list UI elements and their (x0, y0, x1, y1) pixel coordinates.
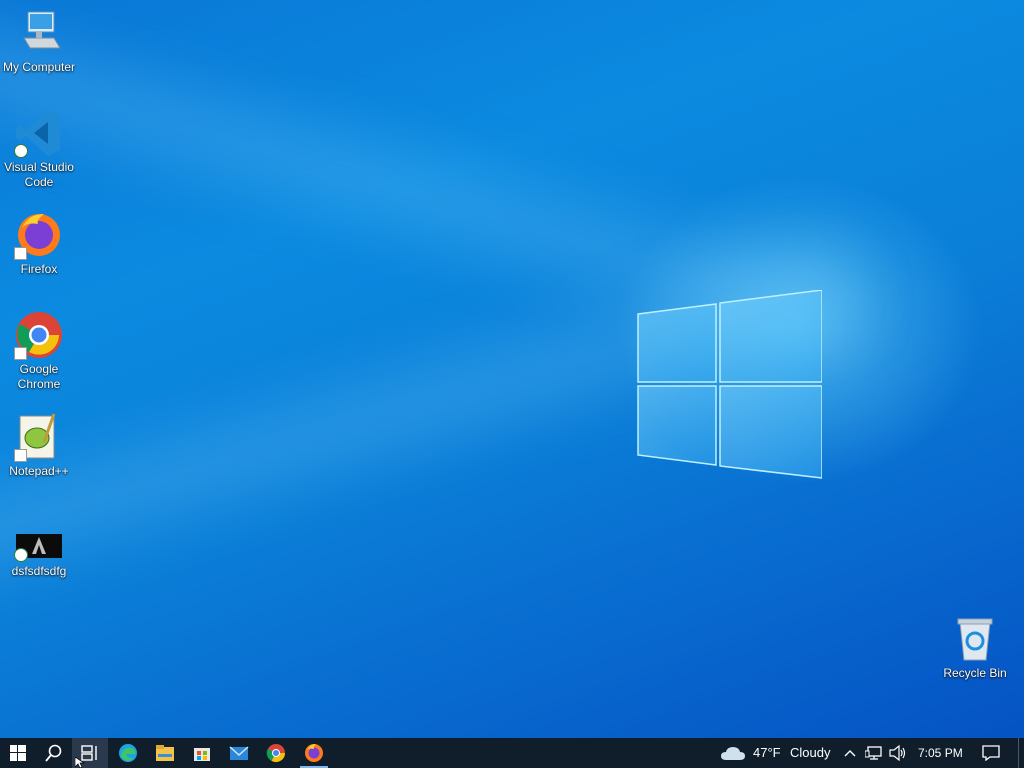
desktop-icon-label: Firefox (20, 262, 58, 276)
taskbar: 47°F Cloudy 7:05 PM (0, 738, 1024, 768)
desktop-icon-vscode[interactable]: Visual Studio Code (0, 108, 78, 190)
clock[interactable]: 7:05 PM (918, 738, 963, 768)
search-icon (45, 744, 62, 762)
recycle-bin-icon (950, 614, 1000, 664)
start-button[interactable] (0, 738, 36, 768)
mail-icon (229, 746, 249, 760)
desktop-icon-label: Visual Studio Code (4, 160, 74, 189)
desktop[interactable]: My Computer Visual Studio Code Firefox G… (0, 0, 1024, 738)
desktop-icon-dsfsdfsdfg[interactable]: dsfsdfsdfg (0, 530, 78, 579)
chrome-icon (266, 744, 285, 763)
file-explorer-icon (156, 745, 174, 761)
taskbar-firefox[interactable] (296, 738, 332, 768)
notepadpp-icon (14, 412, 64, 462)
desktop-icon-notepadpp[interactable]: Notepad++ (0, 412, 78, 479)
cloud-icon (721, 747, 745, 760)
desktop-icon-label: My Computer (2, 60, 76, 74)
chrome-icon (14, 310, 64, 360)
desktop-icon-label: Notepad++ (9, 464, 69, 478)
weather-condition[interactable]: Cloudy (790, 738, 830, 768)
notifications-button[interactable] (976, 738, 1006, 768)
network-icon (865, 746, 882, 760)
sync-check-icon (14, 548, 28, 562)
network-button[interactable] (862, 738, 886, 768)
show-desktop-button[interactable] (1018, 738, 1024, 768)
vscode-icon (14, 108, 64, 158)
weather-widget[interactable] (716, 738, 750, 768)
desktop-icon-label: Google Chrome (17, 362, 61, 391)
speaker-icon (889, 745, 906, 761)
desktop-icon-chrome[interactable]: Google Chrome (0, 310, 78, 392)
taskbar-mail[interactable] (221, 738, 257, 768)
search-button[interactable] (36, 738, 72, 768)
computer-icon (14, 8, 64, 58)
desktop-icon-recycle-bin[interactable]: Recycle Bin (936, 614, 1014, 681)
firefox-icon (14, 210, 64, 260)
store-icon (194, 748, 210, 761)
edge-icon (119, 744, 137, 762)
sync-check-icon (14, 144, 28, 158)
start-icon (10, 745, 26, 761)
taskbar-store[interactable] (184, 738, 220, 768)
notification-icon (982, 745, 1000, 761)
light-beam (0, 60, 815, 308)
taskbar-chrome[interactable] (258, 738, 294, 768)
show-hidden-icons-button[interactable] (840, 738, 860, 768)
desktop-icon-my-computer[interactable]: My Computer (0, 8, 78, 75)
volume-button[interactable] (886, 738, 910, 768)
shortcut-arrow-icon (14, 247, 27, 260)
desktop-icon-label: dsfsdfsdfg (11, 564, 67, 578)
firefox-icon (305, 744, 323, 762)
windows-logo-wallpaper (637, 290, 822, 479)
desktop-icon-firefox[interactable]: Firefox (0, 210, 78, 277)
taskbar-file-explorer[interactable] (147, 738, 183, 768)
shortcut-arrow-icon (14, 347, 27, 360)
taskbar-edge[interactable] (110, 738, 146, 768)
desktop-icon-label: Recycle Bin (943, 666, 1007, 680)
weather-temp[interactable]: 47°F (753, 738, 781, 768)
shortcut-arrow-icon (14, 449, 27, 462)
chevron-up-icon (844, 750, 856, 757)
mouse-cursor (75, 757, 85, 768)
app-thumbnail-icon (14, 530, 64, 562)
